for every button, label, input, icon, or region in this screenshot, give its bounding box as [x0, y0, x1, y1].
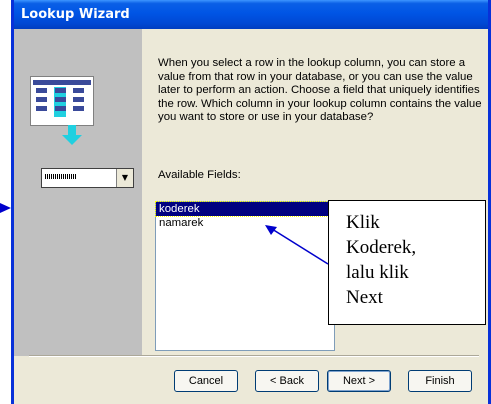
field-item-koderek[interactable]: koderek	[155, 201, 335, 217]
callout-line: Klik	[346, 212, 380, 233]
finish-button[interactable]: Finish	[408, 370, 472, 392]
illustration-cell	[36, 88, 47, 93]
illustration-cell	[55, 106, 66, 111]
illustration-cell	[55, 97, 66, 102]
instructions-text: When you select a row in the lookup colu…	[158, 57, 482, 124]
wizard-illustration-panel: ▼	[14, 29, 142, 356]
illustration-cell	[36, 106, 47, 111]
chevron-down-icon: ▼	[116, 169, 133, 187]
table-illustration-icon	[30, 76, 94, 126]
callout-line: lalu klik	[346, 262, 409, 283]
illustration-combo-box: ▼	[41, 168, 134, 188]
separator	[29, 355, 479, 357]
cancel-button[interactable]: Cancel	[174, 370, 238, 392]
available-fields-label: Available Fields:	[158, 169, 241, 181]
callout-line: Next	[346, 287, 383, 308]
illustration-cell	[73, 88, 84, 93]
back-button[interactable]: < Back	[255, 370, 319, 392]
field-item-namarek[interactable]: namarek	[156, 216, 334, 230]
instruction-callout: Klik Koderek, lalu klik Next	[328, 200, 486, 325]
available-fields-list[interactable]: koderek namarek	[155, 201, 335, 351]
illustration-cell	[73, 97, 84, 102]
down-arrow-head-icon	[62, 135, 82, 145]
next-button[interactable]: Next >	[327, 370, 391, 392]
window-title: Lookup Wizard	[21, 7, 130, 22]
illustration-cell	[55, 88, 66, 93]
illustration-cell	[73, 106, 84, 111]
illustration-combo-text	[45, 174, 77, 179]
title-bar[interactable]: Lookup Wizard	[14, 0, 488, 29]
illustration-cell	[36, 97, 47, 102]
callout-line: Koderek,	[346, 237, 417, 258]
illustration-header	[33, 80, 91, 85]
